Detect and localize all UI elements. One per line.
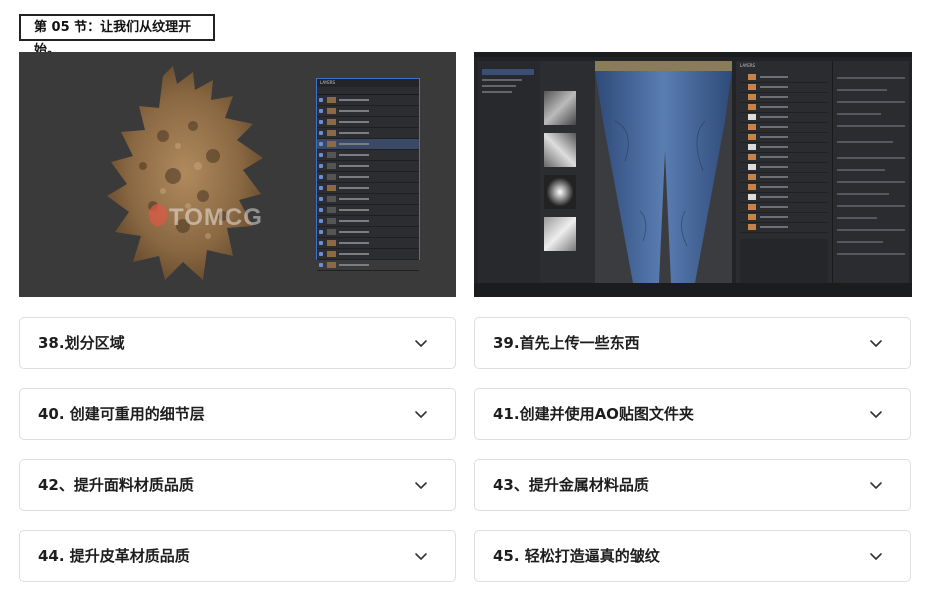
layer-row <box>740 183 828 193</box>
layers-panel: LAYERS <box>736 61 832 283</box>
layer-row <box>740 113 828 123</box>
layer-row <box>740 133 828 143</box>
layer-row <box>317 194 419 205</box>
lesson-title: 39.首先上传一些东西 <box>493 334 640 352</box>
chevron-down-icon[interactable] <box>414 336 428 350</box>
app-menubar <box>474 52 912 57</box>
lesson-42-accordion[interactable]: 42、提升面料材质品质 <box>19 459 456 511</box>
layer-row <box>317 227 419 238</box>
section-title: 第 05 节：让我们从纹理开始。 <box>19 14 215 58</box>
lesson-39-accordion[interactable]: 39.首先上传一些东西 <box>474 317 911 369</box>
layer-row <box>317 150 419 161</box>
lesson-40-accordion[interactable]: 40. 创建可重用的细节层 <box>19 388 456 440</box>
lesson-title: 41.创建并使用AO贴图文件夹 <box>493 405 694 423</box>
layer-row <box>740 173 828 183</box>
lesson-title: 45. 轻松打造逼真的皱纹 <box>493 547 660 565</box>
lesson-title: 38.划分区域 <box>38 334 125 352</box>
layer-row <box>317 106 419 117</box>
layer-row <box>317 128 419 139</box>
layer-row <box>317 205 419 216</box>
lesson-title: 44. 提升皮革材质品质 <box>38 547 190 565</box>
asset-shelf <box>540 61 595 283</box>
chevron-down-icon[interactable] <box>414 549 428 563</box>
layers-panel-title: LAYERS <box>740 63 756 68</box>
lesson-title: 42、提升面料材质品质 <box>38 476 194 494</box>
layers-toolbar <box>317 87 419 95</box>
layer-row <box>740 153 828 163</box>
chevron-down-icon[interactable] <box>414 478 428 492</box>
layer-row <box>740 83 828 93</box>
asset-thumbnail <box>544 91 576 125</box>
texture-list <box>740 239 828 283</box>
layers-panel: LAYERS <box>316 78 420 271</box>
layer-row <box>317 172 419 183</box>
chevron-down-icon[interactable] <box>414 407 428 421</box>
properties-panel <box>832 61 909 283</box>
chevron-down-icon[interactable] <box>869 407 883 421</box>
lesson-45-accordion[interactable]: 45. 轻松打造逼真的皱纹 <box>474 530 911 582</box>
layer-row <box>317 238 419 249</box>
lesson-title: 43、提升金属材料品质 <box>493 476 649 494</box>
dragon-head-image <box>107 66 263 280</box>
lesson-41-accordion[interactable]: 41.创建并使用AO贴图文件夹 <box>474 388 911 440</box>
lesson-43-accordion[interactable]: 43、提升金属材料品质 <box>474 459 911 511</box>
lesson-44-accordion[interactable]: 44. 提升皮革材质品质 <box>19 530 456 582</box>
layer-row <box>317 216 419 227</box>
layer-row <box>317 95 419 106</box>
chevron-down-icon[interactable] <box>869 478 883 492</box>
layer-row <box>317 117 419 128</box>
dragon-texturing-screenshot: TOMCG LAYERS <box>19 52 456 297</box>
layer-row <box>317 161 419 172</box>
asset-thumbnail <box>544 175 576 209</box>
lesson-title: 40. 创建可重用的细节层 <box>38 405 205 423</box>
status-bar <box>474 283 912 297</box>
chevron-down-icon[interactable] <box>869 549 883 563</box>
layer-row <box>740 223 828 233</box>
layer-row <box>317 139 419 150</box>
chevron-down-icon[interactable] <box>869 336 883 350</box>
texture-set-panel <box>478 61 540 283</box>
layer-row <box>740 203 828 213</box>
layer-row <box>740 123 828 133</box>
layer-row <box>317 183 419 194</box>
watermark-logo-icon <box>149 204 167 226</box>
lesson-38-accordion[interactable]: 38.划分区域 <box>19 317 456 369</box>
layer-row <box>740 103 828 113</box>
layer-row <box>740 163 828 173</box>
asset-thumbnail <box>544 217 576 251</box>
layer-row <box>740 213 828 223</box>
layer-row <box>317 249 419 260</box>
layer-row <box>740 93 828 103</box>
layer-row <box>740 143 828 153</box>
watermark-text: TOMCG <box>169 204 263 231</box>
jeans-model-image <box>595 61 732 283</box>
3d-viewport <box>595 61 732 283</box>
layer-row <box>740 193 828 203</box>
layer-row <box>740 73 828 83</box>
layers-panel-title: LAYERS <box>317 79 419 87</box>
jeans-texturing-screenshot: LAYERS <box>474 52 912 297</box>
layer-row <box>317 260 419 271</box>
asset-thumbnail <box>544 133 576 167</box>
